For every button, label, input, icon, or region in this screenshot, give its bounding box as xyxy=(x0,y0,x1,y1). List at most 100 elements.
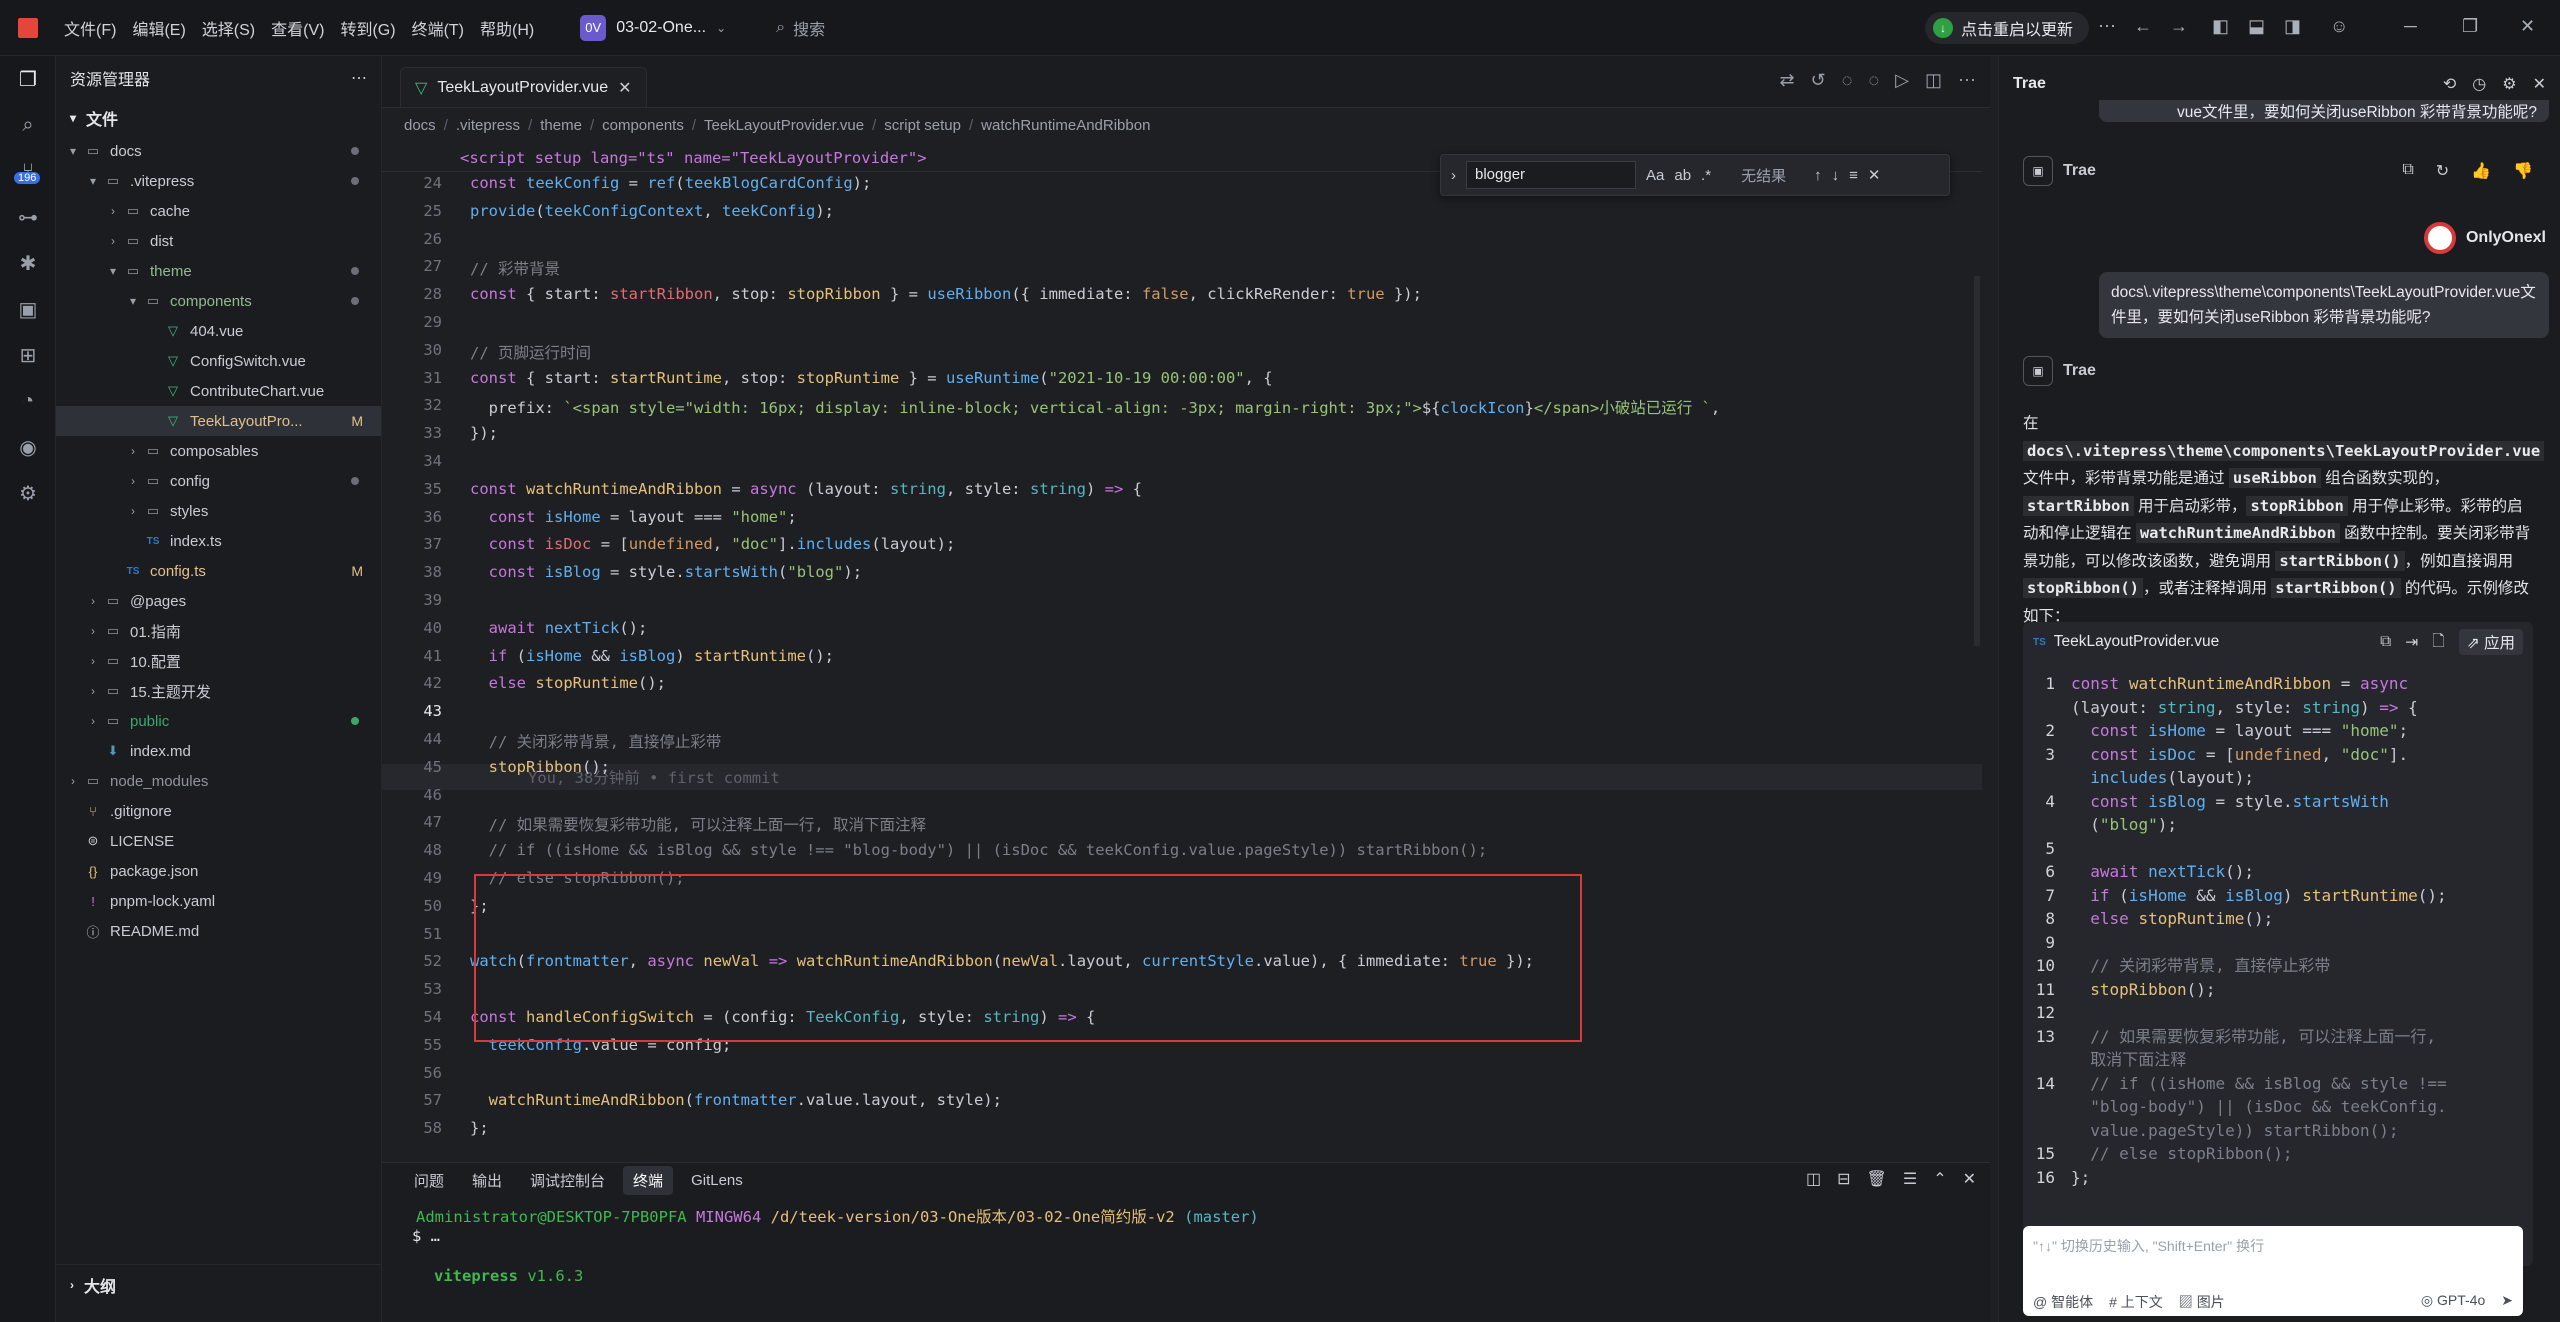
new-chat-icon[interactable]: ⟲ xyxy=(2443,74,2456,94)
tab-teeklayoutprovider[interactable]: ▽ TeekLayoutProvider.vue ✕ xyxy=(400,67,647,107)
new-file-icon[interactable]: 🗋 xyxy=(2432,629,2444,656)
find-in-selection-icon[interactable]: ≡ xyxy=(1849,167,1858,184)
tree-item[interactable]: ⑂ .gitignore xyxy=(56,796,381,826)
context-button[interactable]: # 上下文 xyxy=(2109,1292,2163,1312)
tree-item[interactable]: ▽ TeekLayoutPro... M xyxy=(56,406,381,436)
settings-sync-icon[interactable]: ⚙ xyxy=(0,470,56,516)
close-panel-icon[interactable]: ✕ xyxy=(1963,1169,1976,1189)
remote-icon[interactable]: ▣ xyxy=(0,286,56,332)
copy-icon[interactable]: ⧉ xyxy=(2380,633,2391,651)
tree-item[interactable]: › ▭ config xyxy=(56,466,381,496)
close-icon[interactable]: ✕ xyxy=(2533,74,2546,94)
tree-item[interactable]: › ▭ composables xyxy=(56,436,381,466)
panel-tab[interactable]: 问题 xyxy=(404,1166,454,1195)
tree-item[interactable]: › ▭ dist xyxy=(56,226,381,256)
menu-item[interactable]: 终端(T) xyxy=(406,12,470,44)
model-selector[interactable]: ◎ GPT-4o xyxy=(2421,1292,2485,1312)
tree-item[interactable]: ⓘ README.md xyxy=(56,916,381,946)
panel-tab[interactable]: 调试控制台 xyxy=(520,1166,615,1195)
tree-item[interactable]: ⊜ LICENSE xyxy=(56,826,381,856)
panel-tab[interactable]: 终端 xyxy=(623,1165,674,1195)
code-editor[interactable]: <script setup lang="ts" name="TeekLayout… xyxy=(382,146,1990,1137)
breadcrumb-item[interactable]: theme xyxy=(540,117,582,134)
terminal-list-icon[interactable]: ☰ xyxy=(1903,1169,1917,1189)
close-icon[interactable]: ✕ xyxy=(1868,166,1881,184)
timeline-icon[interactable]: ◔ xyxy=(0,378,56,424)
toggle-aux-icon[interactable]: ◨ xyxy=(2284,16,2301,37)
tree-item[interactable]: ▾ ▭ docs xyxy=(56,136,381,166)
close-icon[interactable]: ✕ xyxy=(618,78,631,98)
extensions-icon[interactable]: ⊞ xyxy=(0,332,56,378)
tree-item[interactable]: ▽ 404.vue xyxy=(56,316,381,346)
history-icon[interactable]: ◷ xyxy=(2472,74,2486,94)
tree-item[interactable]: ▽ ContributeChart.vue xyxy=(56,376,381,406)
tree-item[interactable]: › ▭ node_modules xyxy=(56,766,381,796)
search-input[interactable]: ⌕ 搜索 xyxy=(776,16,825,40)
menu-item[interactable]: 查看(V) xyxy=(265,12,330,44)
thumbs-down-icon[interactable]: 👎 xyxy=(2513,161,2533,181)
tree-item[interactable]: {} package.json xyxy=(56,856,381,886)
breadcrumb-item[interactable]: components xyxy=(602,117,684,134)
breadcrumb-item[interactable]: .vitepress xyxy=(456,117,520,134)
maximize-panel-icon[interactable]: ⌃ xyxy=(1933,1169,1946,1189)
menu-item[interactable]: 文件(F) xyxy=(58,12,122,44)
next-change-icon[interactable]: ◌ xyxy=(1868,70,1879,91)
account-icon[interactable]: ☺ xyxy=(2330,16,2348,37)
more-icon[interactable]: ⋯ xyxy=(351,68,367,88)
tree-item[interactable]: › ▭ 01.指南 xyxy=(56,616,381,646)
tree-item[interactable]: ▽ ConfigSwitch.vue xyxy=(56,346,381,376)
gitlens-icon[interactable]: ⊶ xyxy=(0,194,56,240)
scrollbar[interactable] xyxy=(1974,276,1980,646)
run-icon[interactable]: ◉ xyxy=(0,424,56,470)
tree-item[interactable]: TS index.ts xyxy=(56,526,381,556)
tree-item[interactable]: › ▭ 10.配置 xyxy=(56,646,381,676)
source-control-icon[interactable]: ⑂ 196 xyxy=(0,148,56,194)
menu-item[interactable]: 编辑(E) xyxy=(126,12,191,44)
close-window-icon[interactable]: ✕ xyxy=(2520,16,2535,37)
toggle-sidebar-icon[interactable]: ◧ xyxy=(2212,16,2229,37)
agent-button[interactable]: @ 智能体 xyxy=(2033,1292,2093,1312)
previous-match-icon[interactable]: ↑ xyxy=(1814,167,1822,184)
history-icon[interactable]: ↺ xyxy=(1811,70,1826,91)
tree-item[interactable]: › ▭ cache xyxy=(56,196,381,226)
update-button[interactable]: ↓ 点击重启以更新 xyxy=(1925,12,2090,44)
copy-icon[interactable]: ⧉ xyxy=(2402,161,2413,181)
tree-item[interactable]: › ▭ styles xyxy=(56,496,381,526)
outline-section-header[interactable]: › 大纲 xyxy=(56,1264,382,1304)
run-icon[interactable]: ▷ xyxy=(1895,70,1909,91)
debug-icon[interactable]: ✱ xyxy=(0,240,56,286)
tree-item[interactable]: › ▭ 15.主题开发 xyxy=(56,676,381,706)
split-terminal-icon[interactable]: ⊟ xyxy=(1837,1169,1850,1189)
gear-icon[interactable]: ⚙ xyxy=(2502,74,2516,94)
kill-terminal-icon[interactable]: 🗑 xyxy=(1867,1169,1887,1189)
tree-item[interactable]: › ▭ public xyxy=(56,706,381,736)
match-case-icon[interactable]: Aa xyxy=(1646,167,1664,184)
explorer-icon[interactable]: ❐ xyxy=(0,56,56,102)
new-terminal-icon[interactable]: ◫ xyxy=(1806,1169,1821,1189)
image-button[interactable]: ▨ 图片 xyxy=(2179,1292,2225,1312)
apply-button[interactable]: ⇗ 应用 xyxy=(2458,629,2523,655)
menu-item[interactable]: 选择(S) xyxy=(196,12,261,44)
files-section-header[interactable]: ▾ 文件 xyxy=(56,100,381,136)
toggle-panel-icon[interactable]: ⬓ xyxy=(2248,16,2265,37)
menu-item[interactable]: 转到(G) xyxy=(334,12,401,44)
breadcrumb-item[interactable]: script setup xyxy=(884,117,961,134)
tree-item[interactable]: ! pnpm-lock.yaml xyxy=(56,886,381,916)
panel-tab[interactable]: 输出 xyxy=(462,1166,512,1195)
panel-tab[interactable]: GitLens xyxy=(681,1168,753,1193)
tree-item[interactable]: TS config.ts M xyxy=(56,556,381,586)
split-editor-icon[interactable]: ◫ xyxy=(1925,70,1942,91)
tree-item[interactable]: › ▭ @pages xyxy=(56,586,381,616)
chevron-right-icon[interactable]: › xyxy=(1451,167,1456,184)
thumbs-up-icon[interactable]: 👍 xyxy=(2471,161,2491,181)
back-icon[interactable]: ← xyxy=(2134,16,2152,37)
next-match-icon[interactable]: ↓ xyxy=(1832,167,1840,184)
send-icon[interactable]: ➤ xyxy=(2501,1292,2513,1312)
tree-item[interactable]: ▾ ▭ .vitepress xyxy=(56,166,381,196)
restore-icon[interactable]: ❐ xyxy=(2462,16,2478,37)
breadcrumb-item[interactable]: watchRuntimeAndRibbon xyxy=(981,117,1150,134)
tree-item[interactable]: ⬇ index.md xyxy=(56,736,381,766)
compare-icon[interactable]: ⇄ xyxy=(1780,70,1795,91)
tree-item[interactable]: ▾ ▭ components xyxy=(56,286,381,316)
insert-icon[interactable]: ⇥ xyxy=(2405,633,2418,652)
